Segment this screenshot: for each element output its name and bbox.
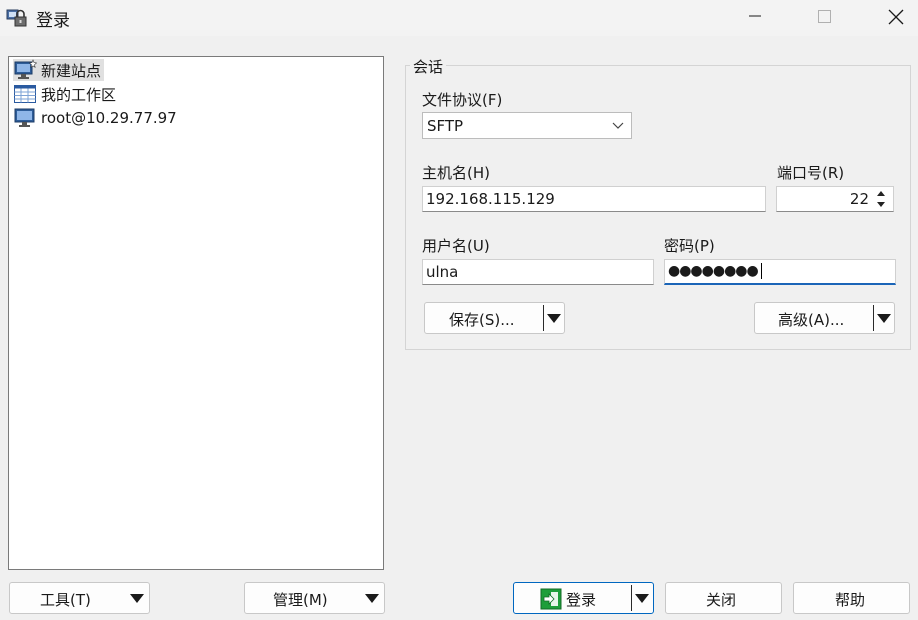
spin-down-button[interactable] <box>872 199 890 210</box>
arrow-down-icon <box>877 202 885 207</box>
session-legend: 会话 <box>410 56 447 77</box>
split-divider <box>873 305 874 331</box>
close-button[interactable]: 关闭 <box>665 582 782 614</box>
login-arrow-icon <box>540 588 562 610</box>
maximize-icon <box>818 10 831 23</box>
title-bar: 登录 <box>0 0 918 36</box>
dropdown-arrow-icon[interactable] <box>635 594 649 603</box>
arrow-up-icon <box>877 191 885 196</box>
save-button-label: 保存(S)... <box>449 311 515 329</box>
minimize-icon <box>749 15 761 17</box>
help-button[interactable]: 帮助 <box>793 582 910 614</box>
username-label: 用户名(U) <box>422 237 490 255</box>
close-window-button[interactable] <box>872 0 918 32</box>
manage-button[interactable]: 管理(M) <box>244 582 385 614</box>
login-button-label: 登录 <box>566 591 597 609</box>
chevron-down-icon <box>612 122 624 129</box>
winscp-lock-icon <box>6 9 27 27</box>
monitor-icon <box>13 107 37 129</box>
port-label: 端口号(R) <box>777 164 845 182</box>
tree-item-new-site[interactable]: 新建站点 <box>13 59 105 81</box>
tree-item-workspace[interactable]: 我的工作区 <box>13 83 119 105</box>
port-value: 22 <box>849 190 869 208</box>
port-input[interactable]: 22 <box>776 186 894 212</box>
workspace-grid-icon <box>13 83 37 105</box>
dropdown-arrow-icon <box>130 594 144 603</box>
dropdown-arrow-icon[interactable] <box>877 314 891 323</box>
spin-up-button[interactable] <box>872 188 890 199</box>
tree-item-label: root@10.29.77.97 <box>41 109 177 127</box>
protocol-label: 文件协议(F) <box>422 91 503 109</box>
tools-button-label: 工具(T) <box>40 591 91 609</box>
text-caret <box>760 263 762 279</box>
new-site-monitor-icon <box>13 59 37 81</box>
username-value: ulna <box>426 263 459 281</box>
dropdown-arrow-icon[interactable] <box>547 314 561 323</box>
password-input[interactable]: ●●●●●●●● <box>664 259 896 285</box>
minimize-button[interactable] <box>732 0 778 32</box>
username-input[interactable]: ulna <box>422 259 654 285</box>
protocol-select[interactable]: SFTP <box>422 112 632 139</box>
maximize-button[interactable] <box>801 0 847 32</box>
advanced-button-label: 高级(A)... <box>778 311 845 329</box>
host-label: 主机名(H) <box>422 164 490 182</box>
password-masked-value: ●●●●●●●● <box>668 263 762 279</box>
tree-item-label: 新建站点 <box>41 61 102 80</box>
help-button-label: 帮助 <box>835 591 866 609</box>
manage-button-label: 管理(M) <box>273 591 328 609</box>
protocol-value: SFTP <box>427 117 464 135</box>
tools-button[interactable]: 工具(T) <box>9 582 150 614</box>
port-spinner[interactable] <box>872 188 890 210</box>
advanced-button[interactable]: 高级(A)... <box>754 302 895 334</box>
tree-item-label: 我的工作区 <box>41 85 117 104</box>
close-icon <box>888 9 904 25</box>
dropdown-arrow-icon <box>365 594 379 603</box>
close-button-label: 关闭 <box>706 591 737 609</box>
save-button[interactable]: 保存(S)... <box>424 302 565 334</box>
split-divider <box>543 305 544 331</box>
window-title: 登录 <box>36 11 70 31</box>
host-value: 192.168.115.129 <box>426 190 555 208</box>
login-button[interactable]: 登录 <box>513 582 654 614</box>
tree-item-saved-site[interactable]: root@10.29.77.97 <box>13 107 180 129</box>
host-input[interactable]: 192.168.115.129 <box>422 186 766 212</box>
password-label: 密码(P) <box>664 237 715 255</box>
site-tree[interactable]: 新建站点 我的工作区 root@10.29.77.97 <box>8 56 384 570</box>
split-divider <box>631 585 632 611</box>
